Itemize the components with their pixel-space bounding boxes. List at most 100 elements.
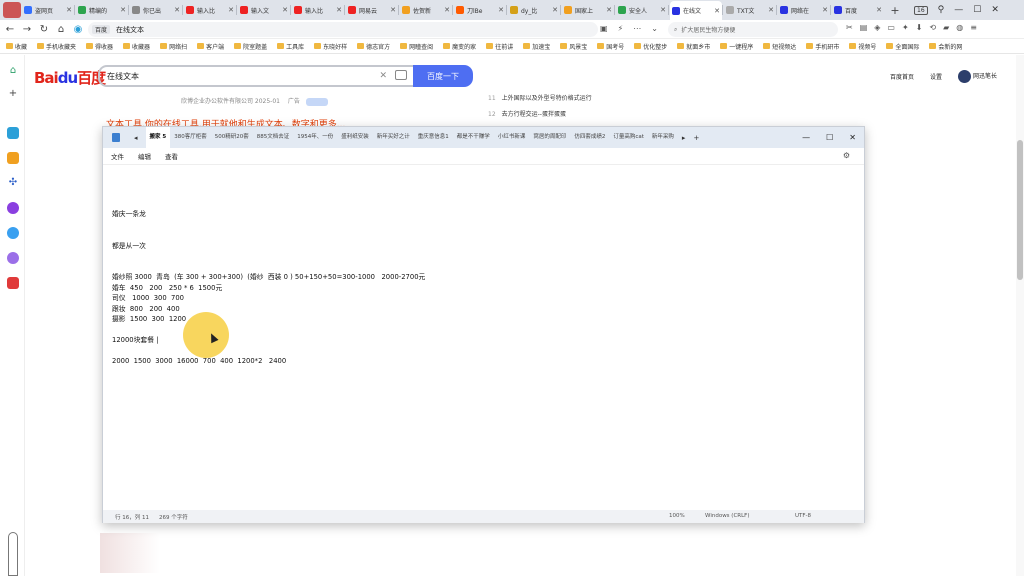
new-tab-button[interactable]: +: [887, 4, 903, 17]
notepad-tab[interactable]: 885文档去证: [253, 127, 294, 148]
sidebar-network-icon[interactable]: ✣: [7, 177, 19, 189]
tab-scroll-right-icon[interactable]: ▸: [682, 134, 686, 142]
browser-profile-icon[interactable]: [3, 2, 21, 18]
tab-close-icon[interactable]: ✕: [390, 6, 396, 14]
extension-icon[interactable]: ▣: [600, 24, 608, 33]
browser-tab[interactable]: TXT文 ✕: [724, 2, 776, 19]
browser-tab[interactable]: 网易云 ✕: [346, 2, 398, 19]
notepad-close-button[interactable]: ✕: [849, 133, 856, 142]
browser-tab[interactable]: 输入比 ✕: [184, 2, 236, 19]
bookmark-item[interactable]: 收藏: [6, 42, 27, 51]
browser-tab[interactable]: 安全人 ✕: [616, 2, 668, 19]
sidebar-add-icon[interactable]: +: [7, 88, 19, 100]
browser-tab[interactable]: 在线文 ✕: [670, 1, 722, 20]
notepad-titlebar[interactable]: ◂ 搬家 5 380客厅柜套 500精研20套 885文档去证 1954年、一份 盛利纸安…: [103, 127, 864, 148]
translate-icon[interactable]: ▤: [860, 23, 868, 32]
bookmark-item[interactable]: 得收器: [86, 42, 113, 51]
notepad-tab[interactable]: 仿四套成绩2: [570, 127, 609, 148]
tab-close-icon[interactable]: ✕: [822, 6, 828, 14]
bookmark-item[interactable]: 全面国际: [886, 42, 919, 51]
notepad-tab[interactable]: 新年买好之计: [373, 127, 414, 148]
bookmark-item[interactable]: 手机研市: [806, 42, 839, 51]
browser-tab[interactable]: 佐贺新 ✕: [400, 2, 452, 19]
downloads-icon[interactable]: ⬇: [916, 23, 923, 32]
url-bar[interactable]: 百度 在线文本: [88, 22, 598, 37]
notepad-tab[interactable]: 380客厅柜套: [170, 127, 211, 148]
shield-icon[interactable]: ◉: [71, 24, 85, 35]
tab-close-icon[interactable]: ✕: [336, 6, 342, 14]
sidebar-ai-icon[interactable]: [7, 202, 19, 214]
menu-edit[interactable]: 编辑: [138, 151, 151, 161]
browser-tab[interactable]: 输入文 ✕: [238, 2, 290, 19]
user-icon[interactable]: ◍: [956, 23, 963, 32]
tab-close-icon[interactable]: ✕: [714, 7, 720, 15]
notepad-tab[interactable]: 订量高购cat: [609, 127, 648, 148]
notepad-tab[interactable]: 搬家 5: [145, 127, 171, 148]
bookmark-item[interactable]: 会新的网: [929, 42, 962, 51]
notepad-editor[interactable]: 婚庆一条龙 都是从一次 婚纱照 3000 青岛 (车 300 + 300+300) …: [112, 167, 852, 507]
tab-close-icon[interactable]: ✕: [120, 6, 126, 14]
baidu-settings-link[interactable]: 设置: [930, 72, 942, 81]
forward-icon[interactable]: →: [20, 24, 34, 35]
home-icon[interactable]: ⌂: [54, 24, 68, 35]
bookmark-item[interactable]: 网瞳查阅: [400, 42, 433, 51]
new-tab-icon[interactable]: +: [693, 134, 699, 142]
notepad-maximize-button[interactable]: ☐: [826, 133, 833, 142]
browser-tab[interactable]: 百度 ✕: [832, 2, 884, 19]
browser-tab[interactable]: 你已出 ✕: [130, 2, 182, 19]
menu-view[interactable]: 查看: [165, 151, 178, 161]
notepad-tab[interactable]: 窝居的周配印: [529, 127, 570, 148]
bookmark-item[interactable]: 收藏器: [123, 42, 150, 51]
baidu-search-button[interactable]: 百度一下: [413, 65, 473, 87]
tab-close-icon[interactable]: ✕: [552, 6, 558, 14]
menu-file[interactable]: 文件: [111, 151, 124, 161]
bookmark-item[interactable]: 客户端: [197, 42, 224, 51]
tab-close-icon[interactable]: ✕: [444, 6, 450, 14]
scrollbar-thumb[interactable]: [1017, 140, 1023, 280]
bookmark-item[interactable]: 优化整步: [634, 42, 667, 51]
bookmark-item[interactable]: 加速宝: [523, 42, 550, 51]
bookmark-item[interactable]: 网络扫: [160, 42, 187, 51]
notepad-tab[interactable]: 1954年、一份: [293, 127, 337, 148]
close-window-button[interactable]: ✕: [991, 5, 999, 15]
screen-icon[interactable]: ▭: [887, 23, 895, 32]
notepad-tab[interactable]: 新年采购: [648, 127, 678, 148]
camera-icon[interactable]: [395, 70, 407, 80]
bookmark-item[interactable]: 手机收藏夹: [37, 42, 76, 51]
notepad-tab[interactable]: 500精研20套: [211, 127, 253, 148]
sidebar-chat-icon[interactable]: [7, 227, 19, 239]
tab-count-badge[interactable]: 16: [914, 5, 928, 15]
baidu-search-input[interactable]: 在线文本 ✕: [98, 65, 413, 87]
hot-item[interactable]: 12 去方行程交运--蛋拌蛋蛋: [488, 107, 592, 123]
tab-close-icon[interactable]: ✕: [282, 6, 288, 14]
browser-tab[interactable]: 网络在 ✕: [778, 2, 830, 19]
bookmark-item[interactable]: 魔变的家: [443, 42, 476, 51]
bookmark-item[interactable]: 一键程序: [720, 42, 753, 51]
maximize-button[interactable]: ☐: [973, 5, 981, 15]
back-icon[interactable]: ←: [3, 24, 17, 35]
sidebar-home-icon[interactable]: ⌂: [7, 65, 19, 77]
browser-tab[interactable]: 输入比 ✕: [292, 2, 344, 19]
bookmark-item[interactable]: 德志官方: [357, 42, 390, 51]
sidebar-star-icon[interactable]: [7, 152, 19, 164]
tab-scroll-left-icon[interactable]: ◂: [134, 134, 138, 142]
tab-close-icon[interactable]: ✕: [606, 6, 612, 14]
hot-item[interactable]: 11 上外国际以及外型号特价格式运行: [488, 91, 592, 107]
pin-icon[interactable]: ⚲: [938, 5, 945, 15]
sidebar-cloud-icon[interactable]: [7, 252, 19, 264]
reload-icon[interactable]: ↻: [37, 24, 51, 35]
notepad-tab[interactable]: 重庆意信息1: [414, 127, 453, 148]
tab-close-icon[interactable]: ✕: [174, 6, 180, 14]
bookmark-item[interactable]: 视频号: [849, 42, 876, 51]
gear-icon[interactable]: ⚙: [843, 151, 850, 160]
history-icon[interactable]: ⟲: [929, 23, 936, 32]
clear-icon[interactable]: ✕: [379, 71, 387, 81]
baidu-home-link[interactable]: 百度首页: [890, 72, 914, 81]
wallet-icon[interactable]: ▰: [943, 23, 949, 32]
lightning-icon[interactable]: ⚡: [618, 24, 624, 33]
bookmark-item[interactable]: 就面乡市: [677, 42, 710, 51]
sidebar-app-icon[interactable]: [7, 127, 19, 139]
page-scrollbar[interactable]: [1016, 55, 1024, 576]
sidebar-game-icon[interactable]: [7, 277, 19, 289]
browser-tab[interactable]: 精编的 ✕: [76, 2, 128, 19]
